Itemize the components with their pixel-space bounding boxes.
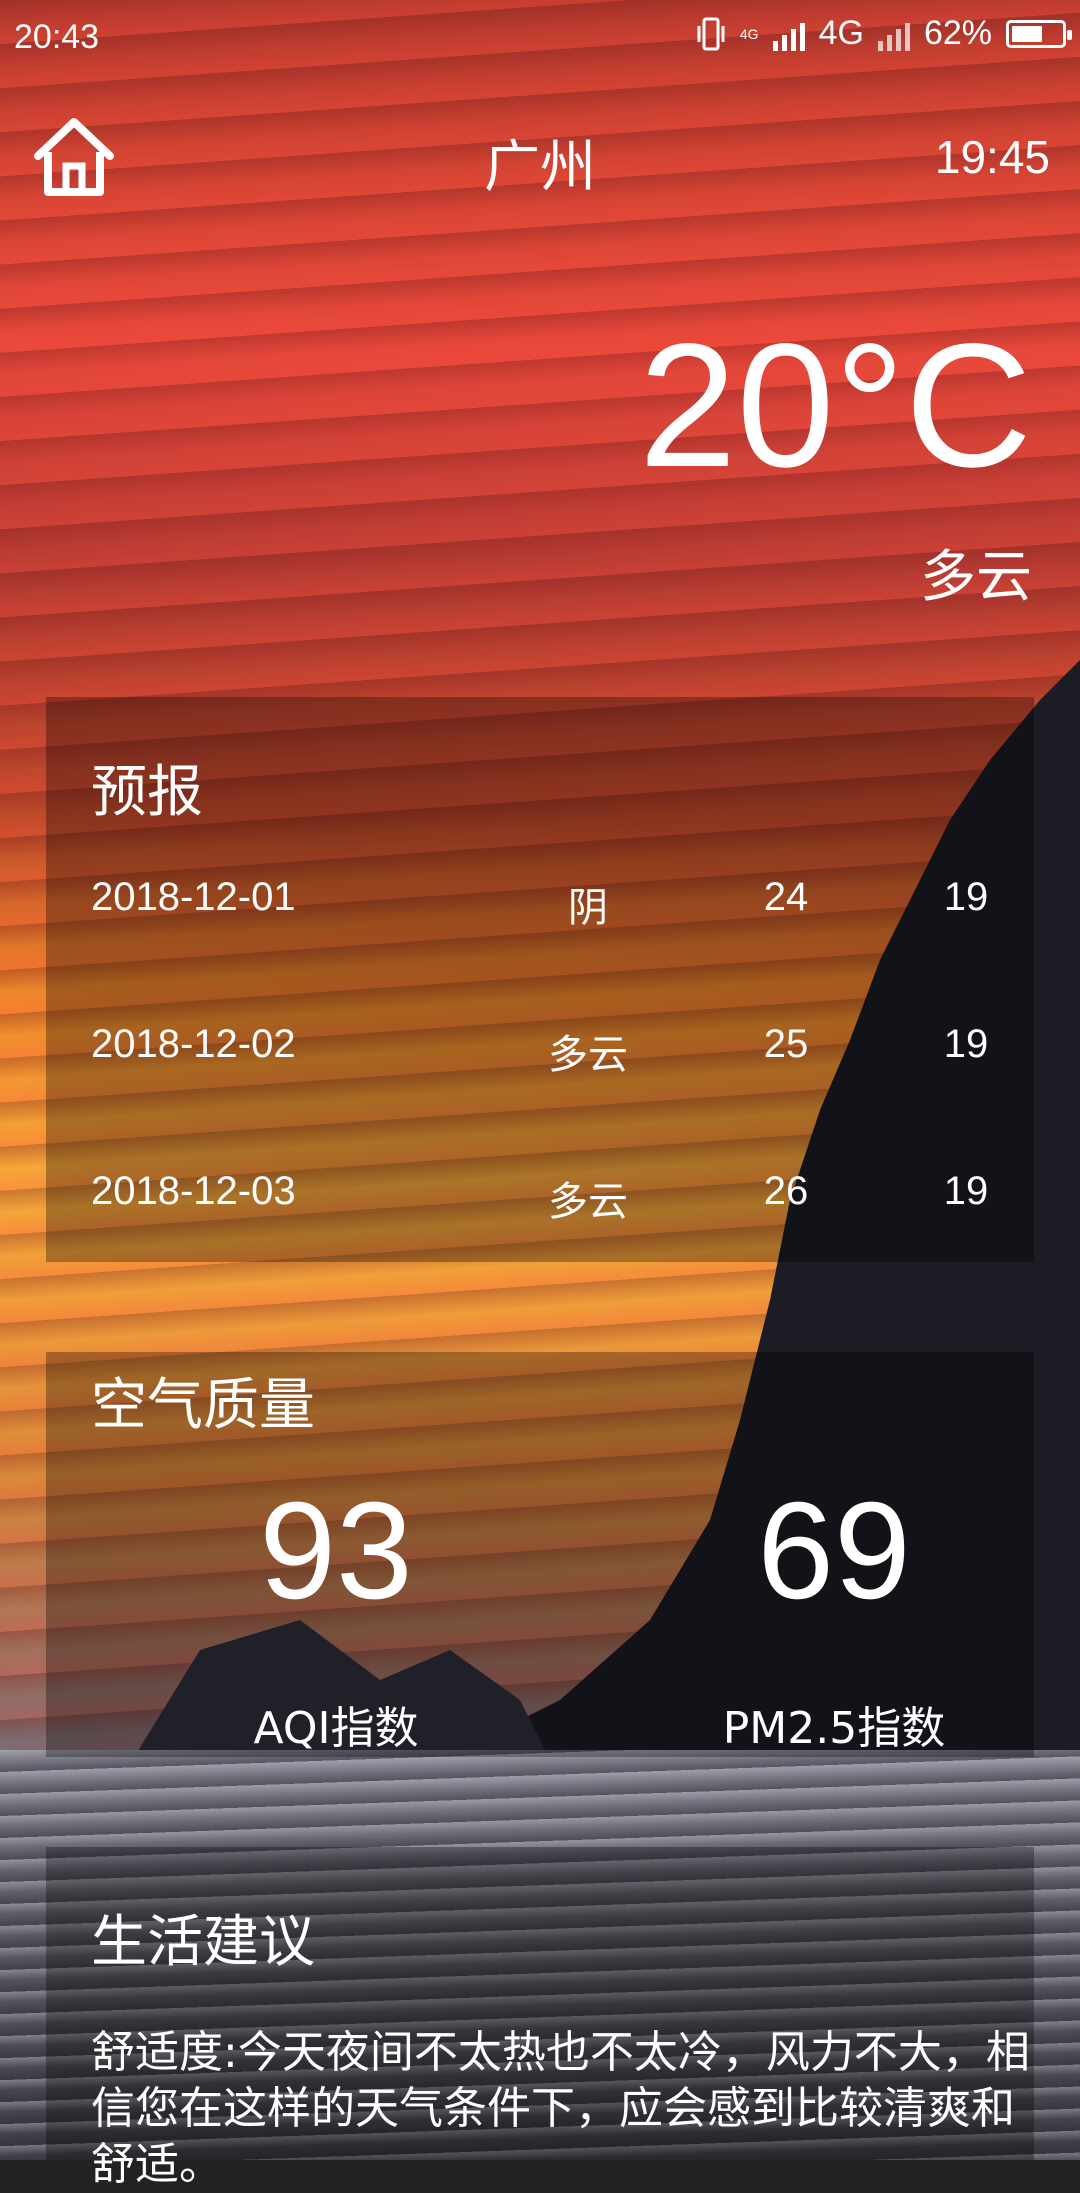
suggestion-title: 生活建议 xyxy=(91,1910,315,1975)
forecast-min: 19 xyxy=(943,1169,989,1213)
current-temperature: 20°C xyxy=(638,308,1032,504)
battery-percent: 62% xyxy=(923,14,992,52)
battery-fill xyxy=(1012,25,1042,42)
vibrate-icon xyxy=(697,17,725,50)
forecast-condition: 阴 xyxy=(568,885,608,931)
city-title: 广州 xyxy=(484,135,596,200)
suggestion-card: 生活建议 舒适度:今天夜间不太热也不太冷，风力不大，相信您在这样的天气条件下，应… xyxy=(46,1847,1034,2190)
signal-icon xyxy=(877,17,910,51)
forecast-min: 19 xyxy=(943,875,989,919)
pm25-label: PM2.5指数 xyxy=(722,1703,946,1754)
status-time: 20:43 xyxy=(14,18,100,56)
air-quality-card: 空气质量 93 69 AQI指数 PM2.5指数 xyxy=(46,1352,1034,1757)
forecast-date: 2018-12-01 xyxy=(91,875,296,919)
aqi-value: 93 xyxy=(259,1474,413,1628)
forecast-row: 2018-12-02 多云 25 19 xyxy=(46,1022,1034,1082)
forecast-max: 25 xyxy=(763,1022,809,1066)
signal-icon xyxy=(772,17,805,51)
network-type: 4G xyxy=(818,14,864,52)
forecast-row: 2018-12-01 阴 24 19 xyxy=(46,875,1034,935)
forecast-max: 24 xyxy=(763,875,809,919)
current-condition: 多云 xyxy=(920,545,1032,610)
forecast-card: 预报 2018-12-01 阴 24 19 2018-12-02 多云 25 1… xyxy=(46,697,1034,1262)
air-quality-title: 空气质量 xyxy=(91,1373,315,1438)
forecast-condition: 多云 xyxy=(548,1032,628,1078)
forecast-condition: 多云 xyxy=(548,1179,628,1225)
comfort-suggestion: 舒适度:今天夜间不太热也不太冷，风力不大，相信您在这样的天气条件下，应会感到比较… xyxy=(91,2027,1030,2190)
status-bar: 20:43 4G 4G 62% xyxy=(0,0,1080,76)
forecast-date: 2018-12-03 xyxy=(91,1169,296,1213)
update-time: 19:45 xyxy=(934,131,1050,183)
forecast-title: 预报 xyxy=(91,760,203,825)
forecast-row: 2018-12-03 多云 26 19 xyxy=(46,1169,1034,1229)
forecast-date: 2018-12-02 xyxy=(91,1022,296,1066)
aqi-label: AQI指数 xyxy=(253,1703,419,1754)
forecast-min: 19 xyxy=(943,1022,989,1066)
status-icons: 4G 4G 62% xyxy=(696,14,1072,53)
battery-icon xyxy=(1006,19,1072,48)
forecast-max: 26 xyxy=(763,1169,809,1213)
network-small-label: 4G xyxy=(739,25,759,42)
pm25-value: 69 xyxy=(757,1474,911,1628)
